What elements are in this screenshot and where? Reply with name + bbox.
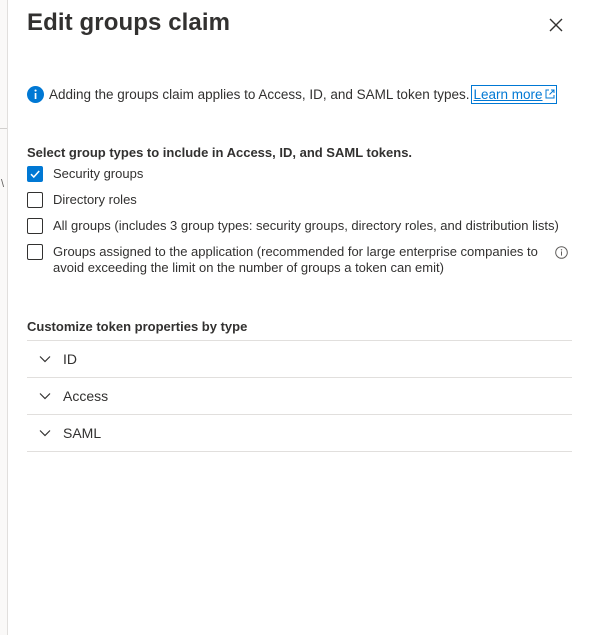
info-message: Adding the groups claim applies to Acces… (27, 84, 557, 104)
external-link-icon (545, 89, 555, 99)
info-icon (27, 85, 44, 103)
option-all-groups[interactable]: All groups (includes 3 group types: secu… (27, 218, 559, 234)
option-security-groups[interactable]: Security groups (27, 166, 143, 182)
security-groups-label: Security groups (53, 166, 144, 181)
security-groups-checkbox[interactable] (27, 166, 43, 182)
accordion-access-label: Access (63, 388, 109, 404)
directory-roles-checkbox[interactable] (27, 192, 43, 208)
groups-assigned-info-icon[interactable] (555, 246, 568, 259)
accordion-id-label: ID (63, 351, 77, 367)
option-groups-assigned[interactable]: Groups assigned to the application (reco… (27, 244, 543, 276)
option-directory-roles[interactable]: Directory roles (27, 192, 137, 208)
accordion-saml[interactable]: SAML (27, 415, 572, 452)
groups-assigned-label: Groups assigned to the application (reco… (53, 244, 538, 275)
chevron-down-icon (38, 352, 52, 366)
edit-groups-claim-panel: Edit groups claim Adding the groups clai… (8, 0, 589, 635)
close-icon (549, 18, 563, 32)
accordion-access[interactable]: Access (27, 378, 572, 415)
all-groups-checkbox[interactable] (27, 218, 43, 234)
panel-title: Edit groups claim (27, 9, 231, 36)
accordion-id[interactable]: ID (27, 341, 572, 378)
token-properties-heading: Customize token properties by type (27, 319, 248, 334)
accordion-saml-label: SAML (63, 425, 102, 441)
background-divider (0, 128, 7, 129)
learn-more-label: Learn more (473, 86, 543, 102)
groups-assigned-checkbox[interactable] (27, 244, 43, 260)
chevron-down-icon (38, 389, 52, 403)
checkmark-icon (30, 170, 40, 179)
info-text: Adding the groups claim applies to Acces… (49, 86, 470, 102)
all-groups-label: All groups (includes 3 group types: secu… (53, 218, 559, 233)
learn-more-link[interactable]: Learn more (471, 84, 557, 104)
chevron-down-icon (38, 426, 52, 440)
background-truncated-text: \ (1, 178, 5, 190)
directory-roles-label: Directory roles (53, 192, 137, 207)
close-button[interactable] (544, 13, 568, 37)
background-page-strip: \ (0, 0, 8, 635)
group-types-heading: Select group types to include in Access,… (27, 145, 413, 160)
